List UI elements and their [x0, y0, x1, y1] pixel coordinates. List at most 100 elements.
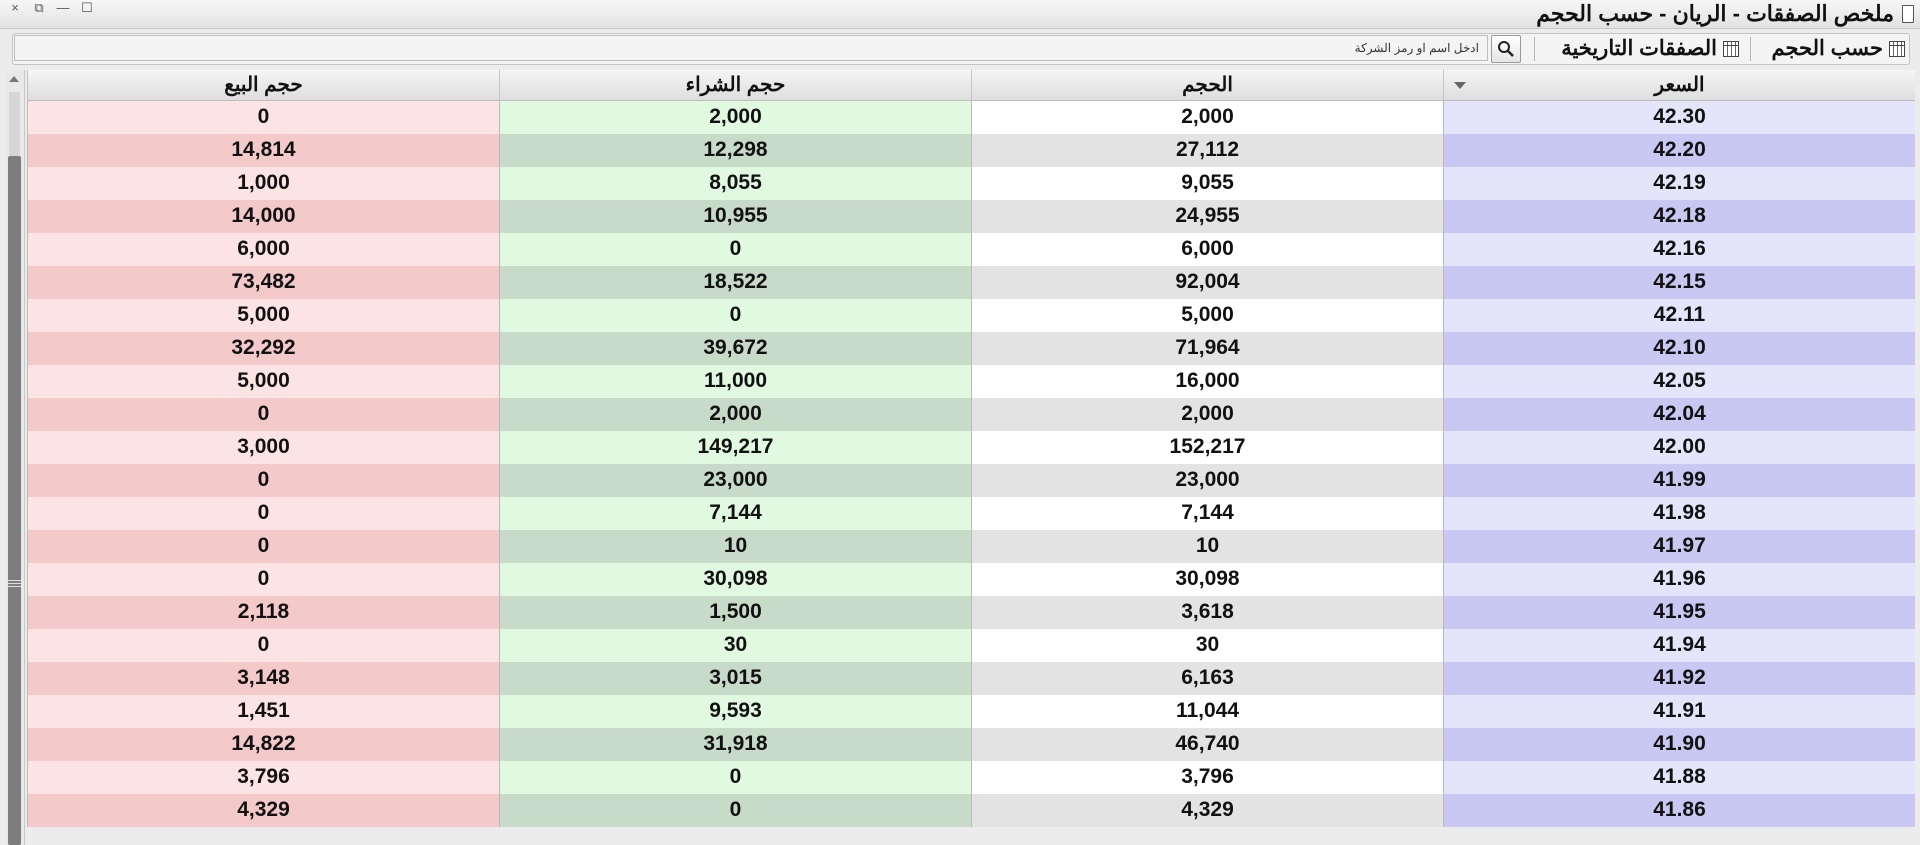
grid-icon: [1889, 40, 1905, 57]
sell-volume-cell: 5,000: [27, 365, 499, 398]
sell-volume-cell: 2,118: [27, 596, 499, 629]
document-icon: [1902, 5, 1914, 23]
volume-cell: 6,000: [971, 233, 1443, 266]
buy-volume-cell: 0: [499, 233, 971, 266]
price-cell: 42.05: [1443, 365, 1915, 398]
scroll-up-icon[interactable]: [9, 76, 19, 82]
buy-volume-cell: 0: [499, 761, 971, 794]
sell-volume-cell: 14,000: [27, 200, 499, 233]
table-row[interactable]: 0 23,000 23,000 41.99: [27, 464, 1915, 497]
table-row[interactable]: 1,451 9,593 11,044 41.91: [27, 695, 1915, 728]
header-price[interactable]: السعر: [1443, 70, 1915, 100]
price-cell: 42.19: [1443, 167, 1915, 200]
sell-volume-cell: 0: [27, 464, 499, 497]
price-cell: 41.86: [1443, 794, 1915, 827]
maximize-icon[interactable]: ☐: [78, 1, 96, 15]
table-row[interactable]: 0 30 30 41.94: [27, 629, 1915, 662]
buy-volume-cell: 31,918: [499, 728, 971, 761]
volume-cell: 30: [971, 629, 1443, 662]
vertical-scrollbar[interactable]: [5, 70, 25, 845]
table-row[interactable]: 14,822 31,918 46,740 41.90: [27, 728, 1915, 761]
volume-cell: 92,004: [971, 266, 1443, 299]
sell-volume-cell: 0: [27, 101, 499, 134]
window-controls: × ⧉ — ☐: [6, 1, 96, 15]
table-row[interactable]: 0 10 10 41.97: [27, 530, 1915, 563]
sell-volume-cell: 3,000: [27, 431, 499, 464]
price-cell: 42.04: [1443, 398, 1915, 431]
table-row[interactable]: 3,000 149,217 152,217 42.00: [27, 431, 1915, 464]
table-row[interactable]: 1,000 8,055 9,055 42.19: [27, 167, 1915, 200]
volume-cell: 2,000: [971, 101, 1443, 134]
volume-cell: 46,740: [971, 728, 1443, 761]
table-row[interactable]: 4,329 0 4,329 41.86: [27, 794, 1915, 827]
historical-trades-button[interactable]: الصفقات التاريخية: [1561, 36, 1739, 61]
table-row[interactable]: 5,000 11,000 16,000 42.05: [27, 365, 1915, 398]
toolbar-divider: [1534, 37, 1535, 61]
price-cell: 41.95: [1443, 596, 1915, 629]
historical-trades-label: الصفقات التاريخية: [1561, 37, 1717, 60]
buy-volume-cell: 149,217: [499, 431, 971, 464]
scroll-thumb[interactable]: [8, 156, 21, 845]
volume-cell: 3,796: [971, 761, 1443, 794]
toolbar-divider: [1750, 37, 1751, 61]
table-row[interactable]: 6,000 0 6,000 42.16: [27, 233, 1915, 266]
volume-cell: 11,044: [971, 695, 1443, 728]
volume-cell: 9,055: [971, 167, 1443, 200]
buy-volume-cell: 9,593: [499, 695, 971, 728]
buy-volume-cell: 10,955: [499, 200, 971, 233]
sell-volume-cell: 32,292: [27, 332, 499, 365]
table-row[interactable]: 0 2,000 2,000 42.30: [27, 101, 1915, 134]
header-buy-volume[interactable]: حجم الشراء: [499, 70, 971, 100]
table-row[interactable]: 14,000 10,955 24,955 42.18: [27, 200, 1915, 233]
price-cell: 42.00: [1443, 431, 1915, 464]
sell-volume-cell: 73,482: [27, 266, 499, 299]
buy-volume-cell: 30: [499, 629, 971, 662]
sell-volume-cell: 5,000: [27, 299, 499, 332]
price-cell: 41.98: [1443, 497, 1915, 530]
buy-volume-cell: 11,000: [499, 365, 971, 398]
price-cell: 42.11: [1443, 299, 1915, 332]
table-row[interactable]: 0 2,000 2,000 42.04: [27, 398, 1915, 431]
sell-volume-cell: 4,329: [27, 794, 499, 827]
buy-volume-cell: 3,015: [499, 662, 971, 695]
volume-cell: 3,618: [971, 596, 1443, 629]
buy-volume-cell: 23,000: [499, 464, 971, 497]
company-search-input[interactable]: [14, 35, 1488, 61]
minimize-icon[interactable]: —: [54, 1, 72, 15]
table-row[interactable]: 14,814 12,298 27,112 42.20: [27, 134, 1915, 167]
toolbar: حسب الحجم الصفقات التاريخية: [12, 33, 1910, 65]
by-volume-button[interactable]: حسب الحجم: [1772, 36, 1905, 61]
table-row[interactable]: 2,118 1,500 3,618 41.95: [27, 596, 1915, 629]
close-icon[interactable]: ×: [6, 1, 24, 15]
sell-volume-cell: 14,822: [27, 728, 499, 761]
buy-volume-cell: 7,144: [499, 497, 971, 530]
sort-desc-icon: [1454, 82, 1466, 89]
volume-cell: 24,955: [971, 200, 1443, 233]
volume-cell: 4,329: [971, 794, 1443, 827]
sell-volume-cell: 6,000: [27, 233, 499, 266]
price-cell: 41.90: [1443, 728, 1915, 761]
table-row[interactable]: 73,482 18,522 92,004 42.15: [27, 266, 1915, 299]
table-row[interactable]: 3,796 0 3,796 41.88: [27, 761, 1915, 794]
price-cell: 42.18: [1443, 200, 1915, 233]
volume-cell: 10: [971, 530, 1443, 563]
table-row[interactable]: 3,148 3,015 6,163 41.92: [27, 662, 1915, 695]
buy-volume-cell: 30,098: [499, 563, 971, 596]
header-volume[interactable]: الحجم: [971, 70, 1443, 100]
table-row[interactable]: 0 7,144 7,144 41.98: [27, 497, 1915, 530]
price-cell: 42.16: [1443, 233, 1915, 266]
table-row[interactable]: 5,000 0 5,000 42.11: [27, 299, 1915, 332]
sell-volume-cell: 1,451: [27, 695, 499, 728]
buy-volume-cell: 8,055: [499, 167, 971, 200]
volume-cell: 6,163: [971, 662, 1443, 695]
header-sell-volume[interactable]: حجم البيع: [27, 70, 499, 100]
table-row[interactable]: 32,292 39,672 71,964 42.10: [27, 332, 1915, 365]
search-icon: [1498, 41, 1514, 57]
header-price-label: السعر: [1654, 74, 1705, 96]
price-cell: 41.91: [1443, 695, 1915, 728]
search-button[interactable]: [1491, 35, 1521, 63]
restore-icon[interactable]: ⧉: [30, 1, 48, 15]
table-row[interactable]: 0 30,098 30,098 41.96: [27, 563, 1915, 596]
sell-volume-cell: 0: [27, 398, 499, 431]
sell-volume-cell: 14,814: [27, 134, 499, 167]
